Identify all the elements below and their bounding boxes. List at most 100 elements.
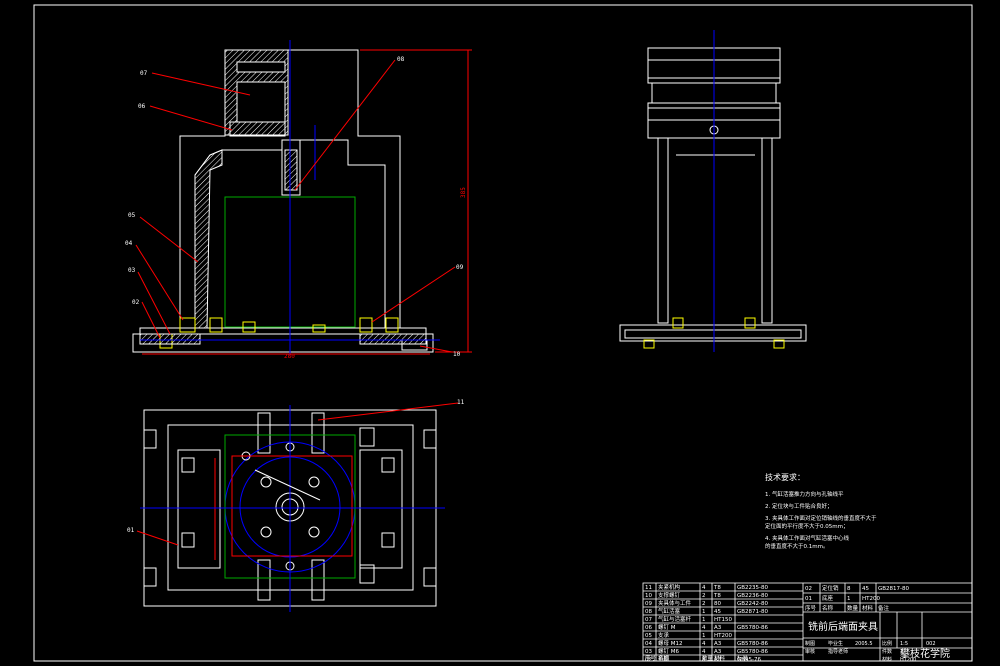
meta-cell: 1 bbox=[900, 649, 903, 655]
parts-cell: 1 bbox=[702, 609, 706, 615]
meta-cell: 毕业生 bbox=[828, 640, 843, 647]
front-view bbox=[132, 49, 434, 353]
parts-header-cell: 名称 bbox=[658, 654, 670, 662]
parts-cell: GB2236-80 bbox=[737, 593, 769, 599]
balloon-07: 07 bbox=[140, 70, 148, 77]
parts-cell: 气缸活塞 bbox=[658, 607, 681, 615]
meta-cell: 材料 bbox=[882, 656, 892, 663]
parts-cell: 2 bbox=[702, 601, 706, 607]
parts-cell: 螺母 M12 bbox=[658, 639, 683, 647]
parts-cell: 1 bbox=[702, 633, 706, 639]
balloon-01: 01 bbox=[127, 527, 135, 534]
parts-cell: 08 bbox=[645, 609, 652, 615]
parts-cell: 4 bbox=[702, 641, 706, 647]
parts-cell: 06 bbox=[645, 625, 652, 631]
notes-line-3: 3. 夹具体工作面对定位销轴线的垂直度不大于 bbox=[765, 514, 877, 522]
balloon-06: 06 bbox=[138, 103, 146, 110]
parts-cell: T8 bbox=[713, 593, 721, 599]
meta-cell: 件数 bbox=[882, 648, 892, 655]
right-header-cell: 备注 bbox=[878, 604, 890, 612]
right-cell: 45 bbox=[862, 586, 869, 592]
parts-cell: 2 bbox=[702, 593, 706, 599]
parts-header-cell: 序号 bbox=[645, 654, 657, 662]
balloon-03: 03 bbox=[128, 267, 136, 274]
parts-cell: 螺钉 M bbox=[658, 623, 676, 631]
right-cell: 定位销 bbox=[822, 584, 839, 592]
cad-drawing-canvas: 07 06 08 05 04 03 02 09 10 11 01 385 280… bbox=[33, 4, 973, 663]
parts-cell: T8 bbox=[713, 585, 721, 591]
parts-cell: 气缸与活塞杆 bbox=[658, 615, 692, 623]
meta-cell: 002 bbox=[926, 641, 936, 647]
parts-cell: 螺钉 M6 bbox=[658, 647, 679, 655]
height-dimension bbox=[360, 49, 472, 353]
balloon-08: 08 bbox=[397, 56, 405, 63]
balloon-02: 02 bbox=[132, 299, 140, 306]
parts-cell: GB5780-86 bbox=[737, 625, 769, 631]
meta-cell: HT200 bbox=[900, 657, 916, 663]
parts-header-cell: 数量 bbox=[702, 654, 714, 662]
parts-cell: GB2242-80 bbox=[737, 601, 769, 607]
parts-header-cell: 材料 bbox=[714, 654, 726, 662]
parts-cell: A3 bbox=[714, 641, 722, 647]
parts-cell: 支承 bbox=[658, 631, 670, 639]
right-cell: 01 bbox=[805, 596, 812, 602]
parts-cell: 4 bbox=[702, 649, 706, 655]
balloon-05: 05 bbox=[128, 212, 136, 219]
drawing-title: 铣前后端面夹具 bbox=[808, 620, 878, 633]
parts-cell: 10 bbox=[645, 593, 652, 599]
parts-cell: GB5780-86 bbox=[737, 649, 769, 655]
right-cell: 02 bbox=[805, 586, 812, 592]
balloon-09: 09 bbox=[456, 264, 464, 271]
parts-cell: 09 bbox=[645, 601, 652, 607]
parts-cell: 07 bbox=[645, 617, 652, 623]
parts-cell: 1 bbox=[702, 617, 706, 623]
parts-cell: 11 bbox=[645, 585, 652, 591]
meta-cell: 制图 bbox=[805, 640, 815, 647]
meta-cell: 审核 bbox=[805, 648, 815, 655]
dim-width-text: 280 bbox=[284, 353, 295, 360]
meta-cell: 比例 bbox=[882, 640, 892, 647]
parts-cell: 支撑螺钉 bbox=[658, 591, 681, 599]
parts-cell: 04 bbox=[645, 641, 652, 647]
side-view bbox=[619, 47, 807, 349]
right-cell: 1 bbox=[847, 596, 851, 602]
right-cell: 8 bbox=[847, 586, 851, 592]
parts-cell: 夹紧机构 bbox=[658, 583, 681, 591]
right-header-cell: 数量 bbox=[847, 604, 859, 612]
notes-line-5: 4. 夹具体工作面对气缸活塞中心线 bbox=[765, 534, 849, 542]
balloon-11: 11 bbox=[457, 399, 465, 406]
parts-cell: A3 bbox=[714, 625, 722, 631]
drawing-border bbox=[33, 4, 973, 662]
notes-line-1: 1. 气缸活塞推力方向与孔轴线平 bbox=[765, 490, 844, 498]
right-header-cell: 序号 bbox=[805, 604, 817, 612]
notes-line-6: 的垂直度不大于0.1mm。 bbox=[765, 542, 828, 550]
balloon-10: 10 bbox=[453, 351, 461, 358]
meta-cell: 2005.5 bbox=[855, 641, 873, 647]
parts-cell: HT150 bbox=[714, 617, 732, 623]
leader-lines-front bbox=[135, 59, 456, 353]
right-cell: 底座 bbox=[822, 594, 834, 602]
parts-cell: A3 bbox=[714, 649, 722, 655]
parts-cell: 夹具体与工件 bbox=[658, 599, 692, 607]
notes-line-2: 2. 定位块与工件贴合良好； bbox=[765, 502, 833, 510]
meta-cell: 指导老师 bbox=[828, 648, 848, 655]
parts-cell: 80 bbox=[714, 601, 721, 607]
technical-notes: 技术要求： 1. 气缸活塞推力方向与孔轴线平 2. 定位块与工件贴合良好； 3.… bbox=[765, 472, 877, 550]
right-header-cell: 名称 bbox=[822, 604, 834, 612]
parts-cell: 03 bbox=[645, 649, 652, 655]
parts-cell: 05 bbox=[645, 633, 652, 639]
parts-cell: 4 bbox=[702, 625, 706, 631]
balloon-04: 04 bbox=[125, 240, 133, 247]
right-header-cell: 材料 bbox=[862, 604, 874, 612]
notes-title: 技术要求： bbox=[765, 472, 805, 482]
parts-cell: 4 bbox=[702, 585, 706, 591]
notes-line-4: 定位面的平行度不大于0.05mm； bbox=[765, 522, 848, 530]
parts-cell: GB5780-86 bbox=[737, 641, 769, 647]
parts-cell: GB2235-80 bbox=[737, 585, 769, 591]
parts-header-cell: 标准 bbox=[737, 654, 749, 662]
right-cell: HT200 bbox=[862, 596, 880, 602]
parts-cell: HT200 bbox=[714, 633, 732, 639]
right-cell: GB2817-80 bbox=[878, 586, 910, 592]
parts-cell: GB2871-80 bbox=[737, 609, 769, 615]
dim-height-text: 385 bbox=[460, 187, 467, 198]
